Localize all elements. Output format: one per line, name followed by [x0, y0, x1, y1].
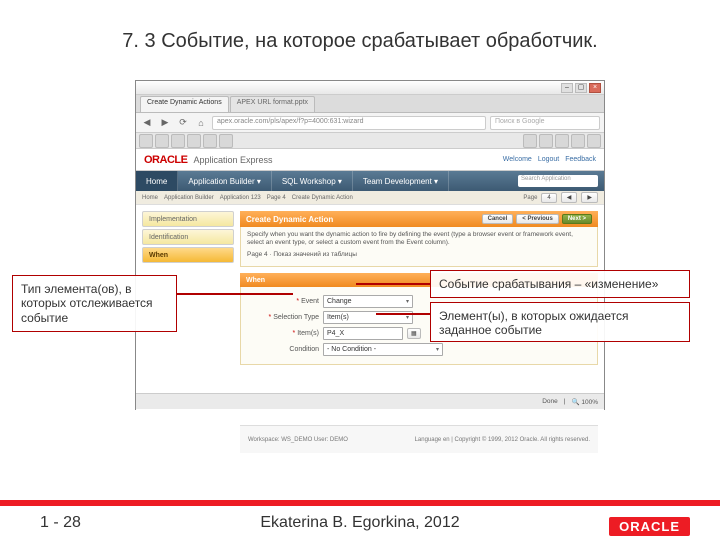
callout-selection-type: Тип элемента(ов), в которых отслеживаетс…	[12, 275, 177, 332]
condition-value: - No Condition -	[327, 346, 376, 353]
toolbar-icon[interactable]	[139, 134, 153, 148]
label-items: Item(s)	[297, 330, 319, 337]
status-divider: |	[564, 398, 566, 405]
chevron-down-icon: ▾	[406, 298, 409, 305]
browser-tab-inactive[interactable]: APEX URL format.pptx	[230, 96, 315, 112]
toolbar-icon[interactable]	[587, 134, 601, 148]
oracle-logo: ORACLE	[144, 154, 187, 166]
window-maximize-button[interactable]: ▢	[575, 83, 587, 93]
cancel-button[interactable]: Cancel	[482, 214, 514, 224]
browser-tabs: Create Dynamic Actions APEX URL format.p…	[136, 95, 604, 113]
breadcrumb-item: Create Dynamic Action	[292, 195, 353, 201]
apex-footer-strip: Workspace: WS_DEMO User: DEMO Language e…	[240, 425, 598, 453]
slide-title: 7. 3 Событие, на которое срабатывает обр…	[0, 0, 720, 63]
page-prev-button[interactable]: ◀	[561, 192, 578, 203]
toolbar-icon[interactable]	[571, 134, 585, 148]
label-event: Event	[301, 298, 319, 305]
toolbar-icon[interactable]	[555, 134, 569, 148]
window-close-button[interactable]: ×	[589, 83, 601, 93]
toolbar-icon[interactable]	[171, 134, 185, 148]
callout-line-left	[177, 293, 293, 295]
browser-tab-active[interactable]: Create Dynamic Actions	[140, 96, 229, 112]
window-titlebar: – ▢ ×	[136, 81, 604, 95]
link-feedback[interactable]: Feedback	[565, 156, 596, 163]
menu-app-builder[interactable]: Application Builder ▾	[178, 171, 272, 191]
home-icon[interactable]: ⌂	[194, 116, 208, 130]
bookmarks-toolbar	[136, 133, 604, 149]
chevron-down-icon: ▾	[406, 314, 409, 321]
apex-search-input[interactable]: Search Application	[518, 175, 598, 187]
event-value: Change	[327, 298, 352, 305]
page-number-input[interactable]: 4	[541, 193, 556, 203]
copyright-info: Language en | Copyright © 1999, 2012 Ora…	[415, 437, 590, 443]
reload-icon[interactable]: ⟳	[176, 116, 190, 130]
menu-home[interactable]: Home	[136, 171, 178, 191]
apex-subbar: Home Application Builder Application 123…	[136, 191, 604, 205]
condition-select[interactable]: - No Condition - ▾	[323, 343, 443, 356]
link-logout[interactable]: Logout	[538, 156, 559, 163]
page-next-button[interactable]: ▶	[581, 192, 598, 203]
callout-line-right1	[356, 283, 430, 285]
toolbar-icon[interactable]	[155, 134, 169, 148]
wizard-step-implementation[interactable]: Implementation	[142, 211, 234, 227]
panel-title: Create Dynamic Action	[246, 215, 333, 224]
breadcrumb: Home Application Builder Application 123…	[142, 195, 353, 201]
event-select[interactable]: Change ▾	[323, 295, 413, 308]
breadcrumb-item[interactable]: Page 4	[267, 195, 286, 201]
apex-top-links: Welcome Logout Feedback	[503, 156, 596, 163]
wizard-step-when[interactable]: When	[142, 247, 234, 263]
browser-toolbar: ◀ ▶ ⟳ ⌂ apex.oracle.com/pls/apex/f?p=400…	[136, 113, 604, 133]
browser-window: – ▢ × Create Dynamic Actions APEX URL fo…	[135, 80, 605, 410]
window-minimize-button[interactable]: –	[561, 83, 573, 93]
selection-type-value: Item(s)	[327, 314, 349, 321]
items-input[interactable]: P4_X	[323, 327, 403, 340]
footer-redbar	[0, 500, 720, 506]
apex-header: ORACLE Application Express Welcome Logou…	[136, 149, 604, 171]
panel-hint: Specify when you want the dynamic action…	[240, 227, 598, 267]
apex-menu: Home Application Builder ▾ SQL Workshop …	[136, 171, 604, 191]
back-icon[interactable]: ◀	[140, 116, 154, 130]
next-button[interactable]: Next >	[562, 214, 592, 224]
toolbar-icon[interactable]	[539, 134, 553, 148]
status-done: Done	[542, 398, 558, 405]
hint-text-2: Page 4 · Показ значений из таблицы	[247, 251, 591, 259]
wizard-step-identification[interactable]: Identification	[142, 229, 234, 245]
forward-icon[interactable]: ▶	[158, 116, 172, 130]
toolbar-icon[interactable]	[523, 134, 537, 148]
browser-search-input[interactable]: Поиск в Google	[490, 116, 600, 130]
callout-event: Событие срабатывания – «изменение»	[430, 270, 690, 298]
items-picker-icon[interactable]: ▦	[407, 328, 421, 339]
toolbar-icon[interactable]	[187, 134, 201, 148]
callout-line-right2	[376, 313, 430, 315]
hint-text-1: Specify when you want the dynamic action…	[247, 231, 591, 248]
zoom-level[interactable]: 🔍 100%	[571, 398, 598, 406]
label-condition: Condition	[289, 346, 319, 353]
apex-app-name: Application Express	[193, 155, 272, 165]
url-input[interactable]: apex.oracle.com/pls/apex/f?p=4000:631:wi…	[212, 116, 486, 130]
toolbar-icon[interactable]	[219, 134, 233, 148]
breadcrumb-item[interactable]: Application 123	[220, 195, 261, 201]
panel-header: Create Dynamic Action Cancel < Previous …	[240, 211, 598, 227]
prev-button[interactable]: < Previous	[516, 214, 559, 224]
browser-status-bar: Done | 🔍 100%	[136, 393, 604, 409]
footer-oracle-logo: ORACLE	[609, 519, 690, 534]
workspace-info: Workspace: WS_DEMO User: DEMO	[248, 437, 348, 443]
breadcrumb-item[interactable]: Home	[142, 195, 158, 201]
link-welcome[interactable]: Welcome	[503, 156, 532, 163]
label-selection-type: Selection Type	[273, 314, 319, 321]
page-label: Page	[523, 195, 537, 201]
callout-items: Элемент(ы), в которых ожидается заданное…	[430, 302, 690, 342]
toolbar-icon[interactable]	[203, 134, 217, 148]
chevron-down-icon: ▾	[436, 346, 439, 353]
menu-sql-workshop[interactable]: SQL Workshop ▾	[272, 171, 353, 191]
menu-team-dev[interactable]: Team Development ▾	[353, 171, 449, 191]
items-value: P4_X	[327, 330, 344, 337]
breadcrumb-item[interactable]: Application Builder	[164, 195, 214, 201]
slide-footer: 1 - 28 Ekaterina B. Egorkina, 2012 ORACL…	[0, 500, 720, 540]
